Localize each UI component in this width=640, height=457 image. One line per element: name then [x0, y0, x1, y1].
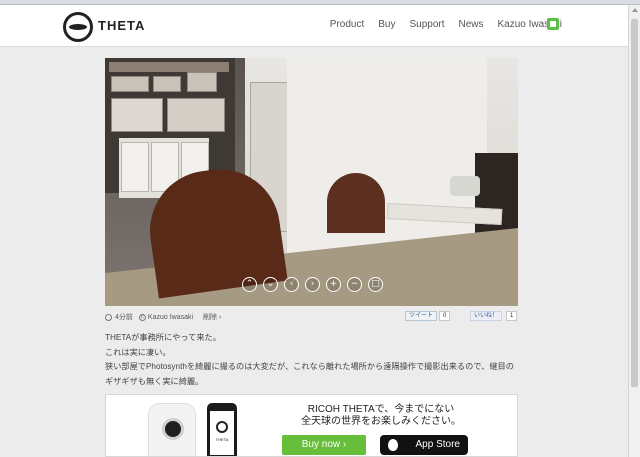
promo-banner: THETA RICOH THETAで、今までにない 全天球の世界をお楽しみくださ… [105, 394, 518, 457]
rotate-up-icon[interactable]: ⌃ [242, 277, 257, 292]
promo-title: RICOH THETAで、今までにない 全天球の世界をお楽しみください。 [281, 404, 481, 428]
tweet-count: 0 [439, 311, 451, 321]
fullscreen-icon[interactable]: □ [368, 277, 383, 292]
smartphone-image: THETA [207, 403, 237, 456]
clock-icon [105, 313, 112, 321]
apple-icon [388, 439, 398, 451]
license-icon: c [138, 313, 146, 321]
scroll-up-arrow-icon[interactable] [632, 8, 638, 12]
theta-logo-icon [216, 421, 228, 433]
user-menu-icon[interactable] [547, 18, 559, 30]
post-author[interactable]: Kazuo Iwasaki [148, 314, 193, 321]
post-line: 狭い部屋でPhotosynthを綺麗に撮るのは大変だが、これなら離れた場所から遠… [105, 362, 514, 386]
camera-lens [162, 418, 184, 440]
brand-name[interactable]: THETA [98, 18, 145, 33]
promo-title-line1: RICOH THETAで、今までにない [307, 404, 455, 415]
nav-support[interactable]: Support [409, 19, 444, 30]
like-count: 1 [506, 311, 518, 321]
theta-logo-icon[interactable] [63, 12, 93, 42]
main-nav: Product Buy Support News Kazuo Iwasaki [330, 19, 562, 30]
facebook-like-widget: いいね！ 1 [470, 311, 518, 321]
like-button[interactable]: いいね！ [470, 311, 503, 321]
rotate-right-icon[interactable]: › [305, 277, 320, 292]
app-store-button[interactable]: App Store [380, 435, 468, 455]
post-time: 4分前 [115, 314, 133, 321]
post-meta: 4分前 c Kazuo Iwasaki 削除 › [105, 311, 518, 323]
tweet-button[interactable]: ツイート [405, 311, 438, 321]
photo-chair [327, 173, 385, 233]
zoom-in-icon[interactable]: + [326, 277, 341, 292]
site-header: THETA Product Buy Support News Kazuo Iwa… [0, 5, 628, 47]
photo-telephone [450, 176, 480, 196]
zoom-out-icon[interactable]: − [347, 277, 362, 292]
viewer-controls: ⌃ ⌄ ‹ › + − □ [242, 277, 383, 292]
post-line: THETAが事務所にやって来た。 [105, 333, 221, 342]
phone-brand-text: THETA [215, 437, 229, 442]
nav-news[interactable]: News [459, 19, 484, 30]
app-store-label: App Store [415, 439, 460, 450]
photo-paper [121, 142, 149, 192]
rotate-left-icon[interactable]: ‹ [284, 277, 299, 292]
nav-buy[interactable]: Buy [378, 19, 395, 30]
promo-title-line2: 全天球の世界をお楽しみください。 [301, 416, 461, 427]
buy-now-button[interactable]: Buy now › [282, 435, 366, 455]
spherical-photo-viewer[interactable]: ⌃ ⌄ ‹ › + − □ [105, 58, 518, 306]
post-line: これは実に凄い。 [105, 347, 171, 357]
tweet-widget: ツイート 0 [405, 311, 451, 321]
phone-screen: THETA [210, 411, 234, 455]
scroll-thumb[interactable] [631, 19, 638, 387]
theta-camera-image [148, 403, 196, 456]
post-body: THETAが事務所にやって来た。 これは実に凄い。 狭い部屋でPhotosynt… [105, 331, 518, 389]
page-scrollbar[interactable] [628, 5, 640, 457]
rotate-down-icon[interactable]: ⌄ [263, 277, 278, 292]
nav-product[interactable]: Product [330, 19, 364, 30]
delete-link[interactable]: 削除 › [203, 312, 221, 322]
